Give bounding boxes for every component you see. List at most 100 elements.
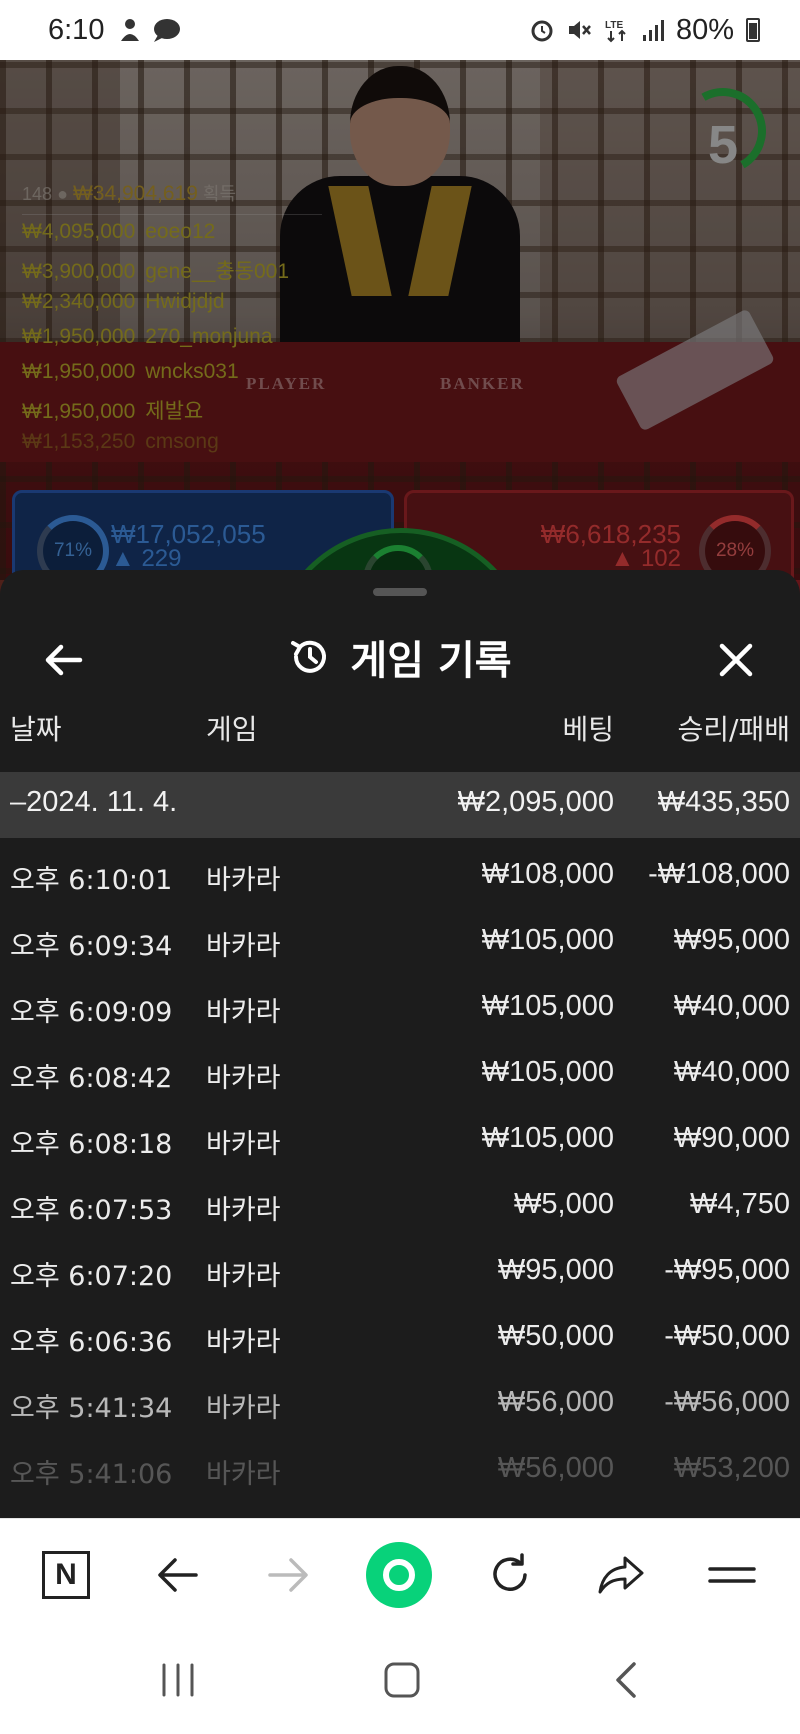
- row-time: 오후 6:07:20: [10, 1261, 173, 1292]
- menu-icon: [708, 1567, 756, 1583]
- row-result: ₩95,000: [673, 924, 790, 956]
- group-bet-total: ₩2,095,000: [457, 786, 614, 818]
- row-game: 바카라: [206, 1129, 281, 1160]
- row-bet: ₩95,000: [497, 1254, 614, 1286]
- alarm-icon: [531, 20, 553, 42]
- notification-icons: [118, 17, 182, 43]
- share-button[interactable]: [585, 1539, 657, 1611]
- row-bet: ₩105,000: [481, 1122, 614, 1154]
- row-time: 오후 5:41:06: [10, 1459, 173, 1490]
- history-table-header: 날짜 게임 베팅 승리/패배: [0, 708, 800, 766]
- row-game: 바카라: [206, 997, 281, 1028]
- chevron-left-icon: [616, 1662, 636, 1698]
- row-time: 오후 6:06:36: [10, 1327, 173, 1358]
- row-result: ₩4,750: [690, 1188, 790, 1220]
- row-result: ₩40,000: [673, 1056, 790, 1088]
- system-nav-bar: [0, 1628, 800, 1734]
- table-row[interactable]: 오후 6:07:20 바카라 ₩95,000 -₩95,000: [0, 1236, 800, 1302]
- system-back-button[interactable]: [586, 1650, 666, 1710]
- column-bet: 베팅: [562, 713, 614, 746]
- table-row[interactable]: 오후 6:09:34 바카라 ₩105,000 ₩95,000: [0, 906, 800, 972]
- row-result: -₩95,000: [664, 1254, 790, 1286]
- share-icon: [598, 1556, 644, 1594]
- person-icon: [121, 19, 140, 41]
- row-time: 오후 6:08:42: [10, 1063, 173, 1094]
- row-game: 바카라: [206, 865, 281, 896]
- row-game: 바카라: [206, 1261, 281, 1292]
- mute-icon: [568, 21, 591, 39]
- row-bet: ₩56,000: [497, 1452, 614, 1484]
- row-result: -₩56,000: [664, 1386, 790, 1418]
- browser-back-button[interactable]: [142, 1539, 214, 1611]
- sheet-header: 게임 기록: [0, 610, 800, 710]
- menu-button[interactable]: [696, 1539, 768, 1611]
- status-time: 6:10: [48, 13, 105, 46]
- browser-forward-button[interactable]: [252, 1539, 324, 1611]
- sheet-grab-handle[interactable]: [373, 588, 427, 596]
- back-arrow-icon: [158, 1558, 198, 1592]
- column-result: 승리/패배: [677, 713, 790, 746]
- table-row[interactable]: 오후 5:41:34 바카라 ₩56,000 -₩56,000: [0, 1368, 800, 1434]
- row-bet: ₩108,000: [481, 858, 614, 890]
- forward-arrow-icon: [268, 1558, 308, 1592]
- row-time: 오후 6:09:34: [10, 931, 173, 962]
- naver-n-icon: N: [42, 1551, 90, 1599]
- refresh-icon: [493, 1553, 527, 1591]
- row-time: 오후 6:08:18: [10, 1129, 173, 1160]
- browser-toolbar: N: [0, 1518, 800, 1628]
- table-row[interactable]: 오후 6:10:01 바카라 ₩108,000 -₩108,000: [0, 840, 800, 906]
- chat-icon: [154, 19, 181, 42]
- row-result: -₩108,000: [648, 858, 790, 890]
- row-bet: ₩105,000: [481, 1056, 614, 1088]
- svg-text:LTE: LTE: [605, 20, 623, 31]
- row-game: 바카라: [206, 1195, 281, 1226]
- naver-home-button[interactable]: N: [30, 1539, 102, 1611]
- table-row[interactable]: 오후 5:41:06 바카라 ₩56,000 ₩53,200: [0, 1434, 800, 1500]
- row-result: -₩50,000: [664, 1320, 790, 1352]
- row-time: 오후 6:07:53: [10, 1195, 173, 1226]
- row-bet: ₩56,000: [497, 1386, 614, 1418]
- close-button[interactable]: [708, 632, 764, 688]
- battery-icon: [746, 18, 760, 42]
- sheet-title: 게임 기록: [350, 638, 512, 684]
- status-bar: 6:10 LTE 80%: [0, 0, 800, 60]
- row-game: 바카라: [206, 1459, 281, 1490]
- home-button[interactable]: [362, 1650, 442, 1710]
- game-history-sheet: 게임 기록 날짜 게임 베팅 승리/패배 –2024. 11. 4. ₩2,09…: [0, 570, 800, 1518]
- table-row[interactable]: 오후 6:08:42 바카라 ₩105,000 ₩40,000: [0, 1038, 800, 1104]
- home-icon: [384, 1662, 420, 1698]
- table-row[interactable]: 오후 6:08:18 바카라 ₩105,000 ₩90,000: [0, 1104, 800, 1170]
- green-home-icon: [366, 1542, 432, 1608]
- table-row[interactable]: 오후 6:09:09 바카라 ₩105,000 ₩40,000: [0, 972, 800, 1038]
- battery-percent: 80%: [675, 13, 734, 46]
- row-game: 바카라: [206, 1063, 281, 1094]
- date-group-row[interactable]: –2024. 11. 4. ₩2,095,000 ₩435,350: [0, 772, 800, 838]
- lte-icon: LTE: [605, 20, 626, 43]
- signal-icon: [642, 20, 664, 41]
- row-bet: ₩105,000: [481, 924, 614, 956]
- recents-icon: [162, 1663, 194, 1697]
- group-date: –2024. 11. 4.: [10, 786, 178, 818]
- column-date: 날짜: [10, 713, 62, 746]
- history-icon: [291, 640, 327, 673]
- recents-button[interactable]: [138, 1650, 218, 1710]
- row-result: ₩40,000: [673, 990, 790, 1022]
- row-bet: ₩5,000: [514, 1188, 614, 1220]
- row-game: 바카라: [206, 1327, 281, 1358]
- close-icon: [719, 643, 753, 677]
- row-game: 바카라: [206, 1393, 281, 1424]
- green-home-button[interactable]: [363, 1539, 435, 1611]
- history-rows: 오후 6:10:01 바카라 ₩108,000 -₩108,000 오후 6:09:3…: [0, 840, 800, 1500]
- refresh-button[interactable]: [474, 1539, 546, 1611]
- naver-n-label: N: [55, 1558, 77, 1591]
- table-row[interactable]: 오후 6:06:36 바카라 ₩50,000 -₩50,000: [0, 1302, 800, 1368]
- sheet-title-group: 게임 기록: [0, 628, 800, 686]
- column-game: 게임: [206, 713, 258, 746]
- modal-scrim: [0, 60, 800, 580]
- table-row[interactable]: 오후 6:07:53 바카라 ₩5,000 ₩4,750: [0, 1170, 800, 1236]
- row-game: 바카라: [206, 931, 281, 962]
- row-time: 오후 6:09:09: [10, 997, 173, 1028]
- row-result: ₩90,000: [673, 1122, 790, 1154]
- row-result: ₩53,200: [673, 1452, 790, 1484]
- row-bet: ₩105,000: [481, 990, 614, 1022]
